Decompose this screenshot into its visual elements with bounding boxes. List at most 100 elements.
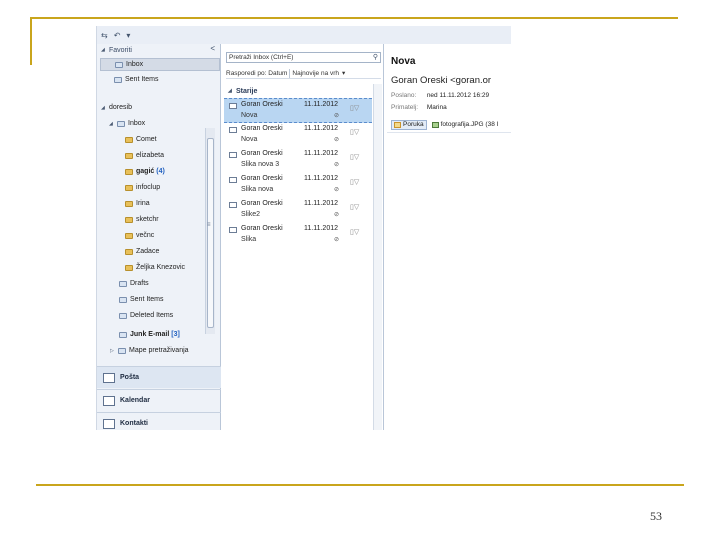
favorite-sent-items[interactable]: Sent Items	[97, 73, 158, 86]
folder-junk-email[interactable]: Junk E-mail [3]	[97, 328, 180, 341]
sort-order-button[interactable]: Najnovije na vrh	[292, 70, 339, 77]
folder-item[interactable]: Željka Knezovic	[97, 261, 185, 274]
nav-scrollbar[interactable]: ≡	[205, 128, 215, 334]
collapse-nav-icon[interactable]: <	[210, 44, 215, 53]
flag-icon[interactable]: ▯▽	[350, 128, 359, 136]
undo-icon[interactable]: ↶	[114, 31, 121, 40]
decor-top-line	[30, 17, 678, 19]
envelope-icon	[229, 202, 237, 208]
image-file-icon	[431, 121, 439, 128]
folder-icon	[125, 168, 133, 175]
message-row[interactable]: Goran Oreski 11.11.2012 Nova ⊘ ▯▽	[224, 123, 372, 148]
folder-item[interactable]: elizabeta	[97, 149, 164, 162]
folder-item[interactable]: gagić (4)	[97, 165, 165, 178]
group-header[interactable]: ◢ Starije	[228, 86, 257, 96]
search-icon[interactable]: ⚲	[373, 53, 378, 62]
folder-item[interactable]: Comet	[97, 133, 157, 146]
attachment-icon: ⊘	[334, 113, 340, 119]
quick-access-toolbar: ⇆ ↶ ▾	[97, 26, 511, 44]
message-row[interactable]: Goran Oreski 11.11.2012 Slike2 ⊘ ▯▽	[224, 198, 372, 223]
folder-item[interactable]: infoclup	[97, 181, 160, 194]
expand-triangle-icon: ▷	[110, 347, 114, 354]
folder-drafts[interactable]: Drafts	[97, 277, 149, 290]
folder-inbox[interactable]: ◢ Inbox	[97, 117, 145, 130]
decor-left-line	[30, 17, 32, 65]
folder-deleted-items[interactable]: Deleted Items	[97, 309, 173, 322]
junk-folder-icon	[119, 331, 127, 338]
folder-icon	[125, 232, 133, 239]
reading-pane: Nova Goran Oreski <goran.or Poslano: ned…	[387, 44, 511, 430]
message-row[interactable]: Goran Oreski 11.11.2012 Slika ⊘ ▯▽	[224, 223, 372, 248]
message-row[interactable]: Goran Oreski 11.11.2012 Slika nova 3 ⊘ ▯…	[224, 148, 372, 173]
divider	[387, 132, 511, 133]
folder-item[interactable]: Irina	[97, 197, 150, 210]
attachment-bar: Poruka fotografija.JPG (38 I	[391, 119, 511, 130]
sent-row: Poslano: ned 11.11.2012 16:29	[391, 92, 490, 99]
nav-button-calendar[interactable]: Kalendar	[97, 389, 221, 411]
nav-button-mail[interactable]: Pošta	[97, 366, 221, 388]
search-folder-icon	[118, 347, 126, 354]
expand-triangle-icon: ◢	[101, 104, 105, 111]
nav-scroll-thumb[interactable]	[207, 138, 214, 328]
grip-icon: ≡	[207, 222, 211, 228]
account-doresib[interactable]: ◢ doresib	[97, 101, 132, 114]
envelope-icon	[229, 177, 237, 183]
slide: ⇆ ↶ ▾ ◢ Favoriti < Inbox Sent Items ◢ do…	[0, 0, 720, 540]
calendar-icon	[103, 395, 115, 406]
outlook-screenshot: ⇆ ↶ ▾ ◢ Favoriti < Inbox Sent Items ◢ do…	[96, 26, 511, 430]
favorites-header[interactable]: ◢ Favoriti <	[97, 44, 221, 56]
message-row[interactable]: Goran Oreski 11.11.2012 Slika nova ⊘ ▯▽	[224, 173, 372, 198]
arrange-by-button[interactable]: Rasporedi po: Datum	[226, 70, 287, 77]
attachment-icon: ⊘	[334, 237, 340, 243]
envelope-icon	[229, 127, 237, 133]
slide-number: 53	[650, 509, 662, 523]
expand-triangle-icon: ◢	[109, 120, 113, 127]
envelope-icon	[229, 103, 237, 109]
sort-arrow-icon[interactable]: ▾	[342, 69, 345, 77]
flag-icon[interactable]: ▯▽	[350, 228, 359, 236]
search-input[interactable]: Pretraži Inbox (Ctrl+E) ⚲	[226, 52, 381, 63]
inbox-folder-icon	[115, 61, 123, 68]
navigation-pane: ◢ Favoriti < Inbox Sent Items ◢ doresib …	[97, 44, 221, 430]
message-row[interactable]: Goran Oreski 11.11.2012 Nova ⊘ ▯▽	[224, 98, 372, 123]
contacts-icon	[103, 418, 115, 429]
folder-sent-items[interactable]: Sent Items	[97, 293, 163, 306]
flag-icon[interactable]: ▯▽	[350, 203, 359, 211]
expand-triangle-icon: ◢	[228, 88, 232, 94]
send-receive-icon[interactable]: ⇆	[101, 31, 108, 40]
attachment-icon: ⊘	[334, 212, 340, 218]
flag-icon[interactable]: ▯▽	[350, 153, 359, 161]
folder-search-folders[interactable]: ▷ Mape pretraživanja	[97, 344, 189, 357]
message-sender[interactable]: Goran Oreski <goran.or	[391, 75, 491, 86]
message-body-tab[interactable]: Poruka	[391, 119, 427, 130]
attachment-icon: ⊘	[334, 137, 340, 143]
envelope-icon	[229, 227, 237, 233]
decor-bottom-line	[36, 484, 684, 486]
folder-icon	[125, 184, 133, 191]
divider	[289, 68, 291, 78]
deleted-folder-icon	[119, 312, 127, 319]
arrange-bar: Rasporedi po: Datum Najnovije na vrh ▾	[226, 68, 381, 79]
folder-icon	[125, 200, 133, 207]
customize-icon[interactable]: ▾	[126, 31, 130, 40]
flag-icon[interactable]: ▯▽	[350, 178, 359, 186]
folder-item[interactable]: Zadace	[97, 245, 159, 258]
attachment-file[interactable]: fotografija.JPG (38 I	[430, 120, 501, 130]
drafts-folder-icon	[119, 280, 127, 287]
message-subject: Nova	[391, 56, 416, 67]
favorite-inbox[interactable]: Inbox	[100, 58, 220, 71]
sent-folder-icon	[119, 296, 127, 303]
message-list-scrollbar[interactable]	[373, 84, 382, 430]
expand-triangle-icon: ◢	[101, 47, 105, 53]
folder-icon	[125, 216, 133, 223]
inbox-folder-icon	[117, 120, 125, 127]
folder-item[interactable]: sketchr	[97, 213, 159, 226]
folder-icon	[125, 152, 133, 159]
folder-item[interactable]: večnc	[97, 229, 154, 242]
to-row: Primatelj: Marina	[391, 104, 447, 111]
message-list: Pretraži Inbox (Ctrl+E) ⚲ Rasporedi po: …	[224, 44, 384, 430]
flag-icon[interactable]: ▯▽	[350, 104, 359, 112]
nav-button-contacts[interactable]: Kontakti	[97, 412, 221, 430]
envelope-icon	[394, 121, 401, 128]
folder-icon	[125, 264, 133, 271]
